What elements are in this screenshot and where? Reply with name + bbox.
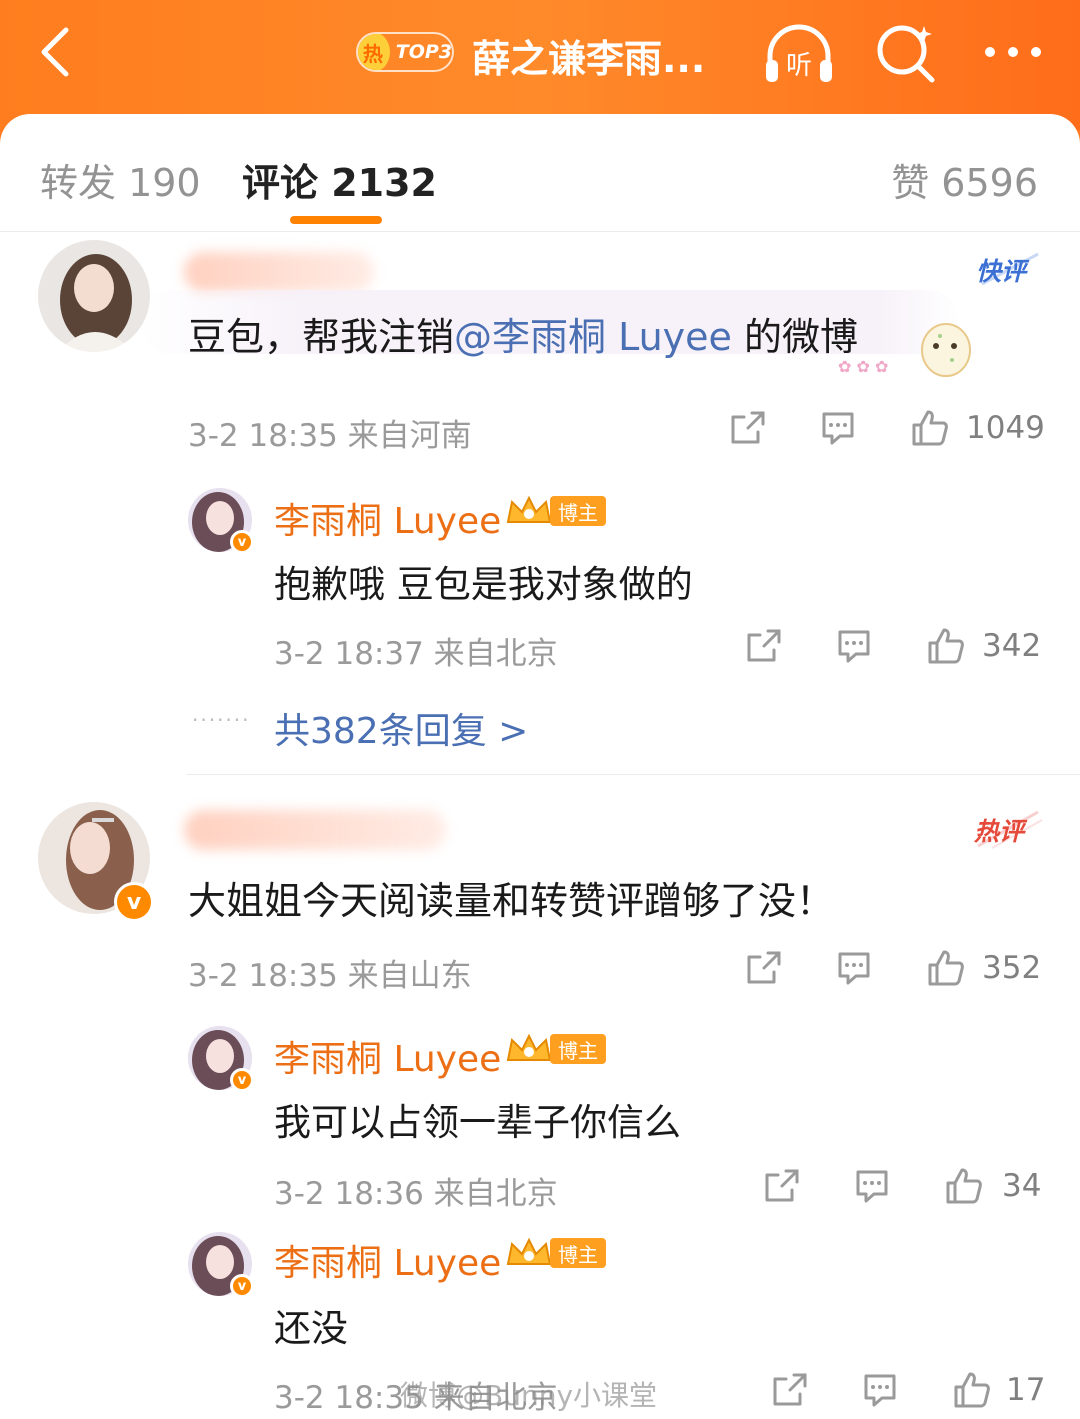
more-icon[interactable] [980, 30, 1046, 74]
more-replies-link[interactable]: 共382条回复 > [274, 702, 528, 754]
comment-text: 大姐姐今天阅读量和转赞评蹭够了没！ [188, 879, 835, 923]
verified-badge-icon: v [230, 530, 254, 554]
blogger-label: 博主 [550, 1034, 606, 1064]
headphones-icon[interactable]: 听 [762, 22, 836, 86]
like-count: 17 [1006, 1372, 1046, 1408]
tab-repost[interactable]: 转发 190 [40, 152, 201, 207]
share-icon[interactable] [744, 948, 784, 988]
crown-icon [506, 1033, 552, 1061]
reply-author-name[interactable]: 李雨桐 Luyee [274, 1234, 501, 1286]
share-icon[interactable] [744, 626, 784, 666]
like-icon[interactable] [910, 408, 950, 448]
thread-dots: ······· [192, 708, 251, 732]
username-blurred[interactable] [184, 252, 374, 292]
hot-comment-tag: 热评 [972, 806, 1044, 854]
like-count: 34 [1002, 1168, 1042, 1204]
username-blurred[interactable] [184, 810, 446, 850]
like-count: 342 [982, 628, 1042, 664]
svg-text:✿ ✿ ✿: ✿ ✿ ✿ [838, 357, 888, 376]
blogger-tag: 博主 [504, 1236, 606, 1270]
tab-like[interactable]: 赞 6596 [891, 152, 1038, 207]
blogger-label: 博主 [550, 496, 606, 526]
crown-icon [506, 495, 552, 523]
verified-badge-icon: v [230, 1068, 254, 1092]
comment-meta: 3-2 18:35 来自河南 [188, 418, 472, 454]
reply-meta: 3-2 18:36 来自北京 [274, 1176, 558, 1212]
reply-icon[interactable] [852, 1166, 892, 1206]
blogger-label: 博主 [550, 1238, 606, 1268]
hot-rank-label: TOP3 [395, 41, 452, 63]
share-icon[interactable] [762, 1166, 802, 1206]
reply-meta: 3-2 18:37 来自北京 [274, 636, 558, 672]
like-icon[interactable] [952, 1370, 992, 1410]
reply-text: 我可以占领一辈子你信么 [274, 1101, 681, 1144]
comment-text: 豆包，帮我注销@李雨桐 Luyee 的微博 [188, 306, 858, 361]
verified-badge-icon: v [230, 1274, 254, 1298]
search-icon[interactable] [874, 20, 938, 84]
quick-comment-tag: 快评 [974, 250, 1044, 294]
avatar[interactable] [38, 240, 150, 352]
reply-icon[interactable] [818, 408, 858, 448]
top-bar: 热 TOP3 薛之谦李雨... 听 [0, 0, 1080, 130]
quick-comment-label: 快评 [976, 257, 1030, 286]
like-icon[interactable] [926, 948, 966, 988]
crown-icon [506, 1237, 552, 1265]
blogger-tag: 博主 [504, 494, 606, 528]
hot-comment-label: 热评 [973, 817, 1028, 846]
bear-sticker-icon: ✿ ✿ ✿ [838, 323, 971, 377]
share-icon[interactable] [728, 408, 768, 448]
topic-title[interactable]: 薛之谦李雨... [472, 28, 705, 83]
hot-icon: 热 [358, 34, 390, 70]
like-count: 1049 [966, 410, 1045, 446]
comment-meta: 3-2 18:35 来自山东 [188, 958, 472, 994]
like-count: 352 [982, 950, 1042, 986]
like-icon[interactable] [944, 1166, 984, 1206]
watermark: 微博@Bunny小课堂 [400, 1379, 658, 1412]
comments-panel: 转发 190 评论 2132 赞 6596 快评 豆包，帮我注销@李雨桐 Luy… [0, 114, 1080, 1419]
reply-author-name[interactable]: 李雨桐 Luyee [274, 492, 501, 544]
listen-label: 听 [786, 51, 812, 81]
reply-text: 抱歉哦 豆包是我对象做的 [274, 563, 693, 606]
comment-text-part: 豆包，帮我注销 [188, 315, 455, 359]
share-icon[interactable] [770, 1370, 810, 1410]
tab-bar: 转发 190 评论 2132 赞 6596 [0, 114, 1080, 232]
like-icon[interactable] [926, 626, 966, 666]
comment-divider [186, 774, 1080, 775]
reply-icon[interactable] [834, 948, 874, 988]
blogger-tag: 博主 [504, 1032, 606, 1066]
reply-text: 还没 [274, 1307, 348, 1350]
reply-icon[interactable] [860, 1370, 900, 1410]
mention-link[interactable]: @李雨桐 Luyee [454, 315, 732, 359]
hot-rank-badge[interactable]: 热 TOP3 [356, 32, 454, 72]
tab-comment[interactable]: 评论 2132 [242, 152, 437, 207]
back-arrow-icon[interactable] [30, 22, 90, 82]
reply-icon[interactable] [834, 626, 874, 666]
reply-author-name[interactable]: 李雨桐 Luyee [274, 1030, 501, 1082]
tab-indicator [290, 216, 382, 224]
verified-badge-icon: v [114, 882, 154, 922]
